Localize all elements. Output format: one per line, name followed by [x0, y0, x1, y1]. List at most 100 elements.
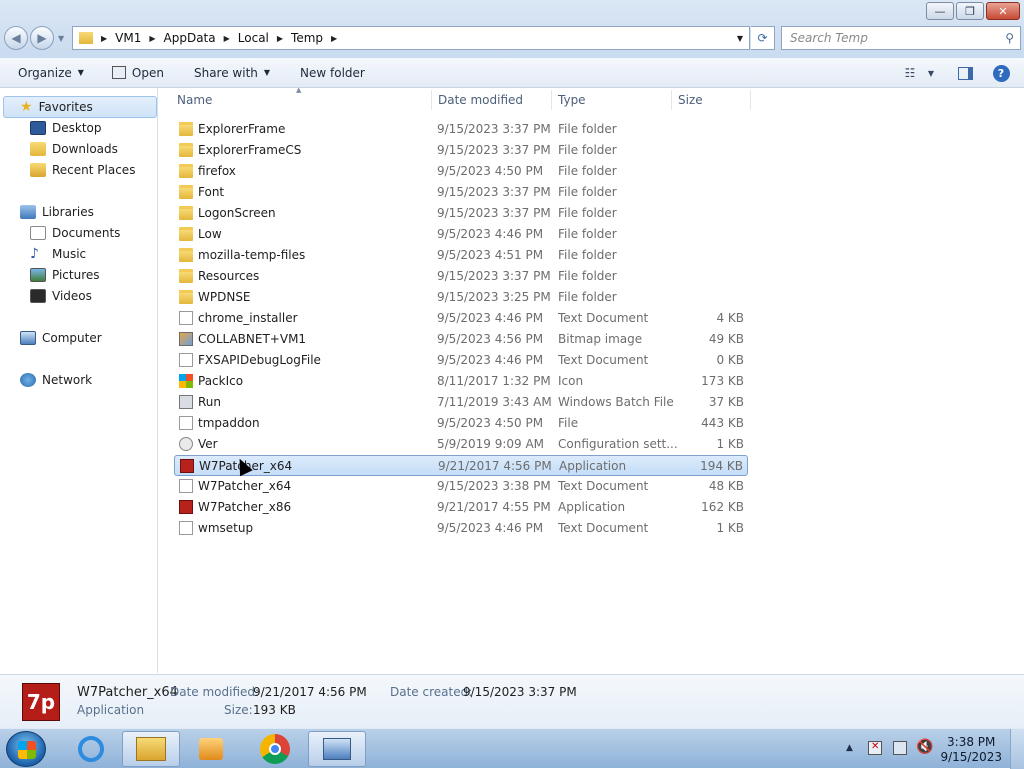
breadcrumb-vm1[interactable]: VM1 — [109, 31, 147, 45]
nav-item-desktop[interactable]: Desktop — [30, 118, 102, 138]
folder-icon — [79, 32, 93, 44]
new-folder-button[interactable]: New folder — [300, 66, 365, 80]
action-center-icon[interactable]: ✕ — [868, 741, 882, 755]
column-divider[interactable] — [551, 90, 552, 110]
nav-item-libraries[interactable]: Libraries — [20, 202, 94, 222]
share-with-button[interactable]: Share with ▼ — [194, 66, 270, 80]
search-input[interactable]: Search Temp ⚲ — [781, 26, 1021, 50]
breadcrumb-separator-icon[interactable]: ▶ — [329, 34, 339, 43]
file-date-modified: 9/15/2023 3:38 PM — [437, 479, 551, 493]
sort-ascending-icon: ▲ — [296, 86, 302, 94]
preview-pane-icon[interactable] — [955, 63, 975, 83]
file-row[interactable]: FXSAPIDebugLogFile 9/5/2023 4:46 PM Text D… — [174, 350, 748, 371]
show-desktop-button[interactable] — [1010, 729, 1024, 769]
file-date-modified: 8/11/2017 1:32 PM — [437, 374, 551, 388]
computer-icon — [20, 331, 36, 345]
folder-icon — [179, 164, 193, 178]
file-row[interactable]: PackIco 8/11/2017 1:32 PM Icon 173 KB — [174, 371, 748, 392]
column-divider[interactable] — [431, 90, 432, 110]
taskbar-chrome[interactable] — [246, 731, 304, 767]
breadcrumb-temp[interactable]: Temp — [285, 31, 329, 45]
breadcrumb-local[interactable]: Local — [232, 31, 275, 45]
file-row[interactable]: W7Patcher_x64 9/15/2023 3:38 PM Text Docum… — [174, 476, 748, 497]
file-date-modified: 9/21/2017 4:56 PM — [438, 459, 552, 473]
taskbar-windows-explorer[interactable] — [122, 731, 180, 767]
file-row[interactable]: W7Patcher_x86 9/21/2017 4:55 PM Applicatio… — [174, 497, 748, 518]
application-icon: 7p — [22, 683, 60, 721]
breadcrumb-appdata[interactable]: AppData — [158, 31, 222, 45]
control-panel-icon — [323, 738, 351, 760]
share-with-label: Share with — [193, 65, 258, 80]
minimize-button[interactable]: — — [926, 2, 954, 20]
file-row[interactable]: LogonScreen 9/15/2023 3:37 PM File folder — [174, 203, 748, 224]
file-row[interactable]: Font 9/15/2023 3:37 PM File folder — [174, 182, 748, 203]
column-label: Name — [177, 93, 213, 107]
nav-item-network[interactable]: Network — [20, 370, 92, 390]
change-view-icon[interactable]: ☷ — [900, 63, 920, 83]
show-hidden-icons-icon[interactable]: ▲ — [846, 743, 853, 753]
nav-item-computer[interactable]: Computer — [20, 328, 102, 348]
breadcrumb-separator-icon[interactable]: ▶ — [147, 34, 157, 43]
column-header-type[interactable]: Type — [558, 88, 586, 112]
taskbar-control-panel[interactable] — [308, 731, 366, 767]
search-icon[interactable]: ⚲ — [1005, 31, 1014, 45]
file-row[interactable]: Run 7/11/2019 3:43 AM Windows Batch File 37… — [174, 392, 748, 413]
folder-icon — [179, 185, 193, 199]
open-button[interactable]: Open — [111, 66, 164, 80]
file-row[interactable]: COLLABNET+VM1 9/5/2023 4:56 PM Bitmap imag… — [174, 329, 748, 350]
volume-muted-icon[interactable]: 🔇 — [916, 739, 933, 755]
nav-item-music[interactable]: ♪ Music — [30, 244, 86, 264]
new-folder-label: New folder — [300, 65, 365, 80]
chevron-down-icon: ▼ — [77, 68, 84, 77]
column-header-size[interactable]: Size — [678, 88, 703, 112]
file-row[interactable]: tmpaddon 9/5/2023 4:50 PM File 443 KB — [174, 413, 748, 434]
column-divider[interactable] — [671, 90, 672, 110]
nav-label: Documents — [52, 226, 121, 240]
desktop-icon — [30, 121, 46, 135]
close-button[interactable]: ✕ — [986, 2, 1020, 20]
file-row[interactable]: mozilla-temp-files 9/5/2023 4:51 PM File f… — [174, 245, 748, 266]
file-row[interactable]: ExplorerFrame 9/15/2023 3:37 PM File folde… — [174, 119, 748, 140]
details-date-created: 9/15/2023 3:37 PM — [463, 685, 577, 699]
view-options-chevron-icon[interactable]: ▼ — [924, 63, 938, 83]
recent-pages-chevron-icon[interactable]: ▼ — [58, 34, 64, 43]
file-name: COLLABNET+VM1 — [198, 332, 307, 346]
file-type: File folder — [558, 164, 617, 178]
refresh-button[interactable]: ⟳ — [751, 26, 775, 50]
file-row[interactable]: WPDNSE 9/15/2023 3:25 PM File folder — [174, 287, 748, 308]
column-divider[interactable] — [750, 90, 751, 110]
maximize-button[interactable]: ❐ — [956, 2, 984, 20]
nav-item-favorites[interactable]: ★ Favorites — [20, 97, 93, 117]
nav-item-documents[interactable]: Documents — [30, 223, 120, 243]
file-row[interactable]: ExplorerFrameCS 9/15/2023 3:37 PM File fol… — [174, 140, 748, 161]
breadcrumb-separator-icon[interactable]: ▶ — [222, 34, 232, 43]
forward-button[interactable]: ▶ — [30, 26, 54, 50]
nav-item-pictures[interactable]: Pictures — [30, 265, 100, 285]
file-row[interactable]: Ver 5/9/2019 9:09 AM Configuration sett...… — [174, 434, 748, 455]
organize-label: Organize — [18, 65, 72, 80]
file-row[interactable]: wmsetup 9/5/2023 4:46 PM Text Document 1 KB — [174, 518, 748, 539]
file-row[interactable]: firefox 9/5/2023 4:50 PM File folder — [174, 161, 748, 182]
help-icon[interactable]: ? — [991, 63, 1011, 83]
file-row[interactable]: chrome_installer 9/5/2023 4:46 PM Text Doc… — [174, 308, 748, 329]
network-tray-icon[interactable] — [893, 741, 907, 755]
nav-item-recent-places[interactable]: Recent Places — [30, 160, 135, 180]
breadcrumb-separator-icon[interactable]: ▶ — [275, 34, 285, 43]
nav-item-videos[interactable]: Videos — [30, 286, 92, 306]
file-row[interactable]: Low 9/5/2023 4:46 PM File folder — [174, 224, 748, 245]
address-bar[interactable]: ▶ VM1 ▶ AppData ▶ Local ▶ Temp ▶ ▼ — [72, 26, 750, 50]
file-date-modified: 9/15/2023 3:37 PM — [437, 143, 551, 157]
address-dropdown-icon[interactable]: ▼ — [737, 34, 743, 43]
file-row[interactable]: Resources 9/15/2023 3:37 PM File folder — [174, 266, 748, 287]
column-header-name[interactable]: Name — [177, 88, 212, 112]
start-button[interactable] — [6, 731, 46, 767]
taskbar-internet-explorer[interactable] — [62, 731, 120, 767]
file-name: ExplorerFrameCS — [198, 143, 302, 157]
organize-button[interactable]: Organize ▼ — [18, 66, 84, 80]
nav-item-downloads[interactable]: Downloads — [30, 139, 118, 159]
file-row[interactable]: W7Patcher_x64 9/21/2017 4:56 PM Applicatio… — [174, 455, 748, 476]
system-clock[interactable]: 3:38 PM 9/15/2023 — [940, 735, 1002, 765]
back-button[interactable]: ◀ — [4, 26, 28, 50]
taskbar-media-player[interactable] — [182, 731, 240, 767]
column-header-date[interactable]: Date modified — [438, 88, 523, 112]
